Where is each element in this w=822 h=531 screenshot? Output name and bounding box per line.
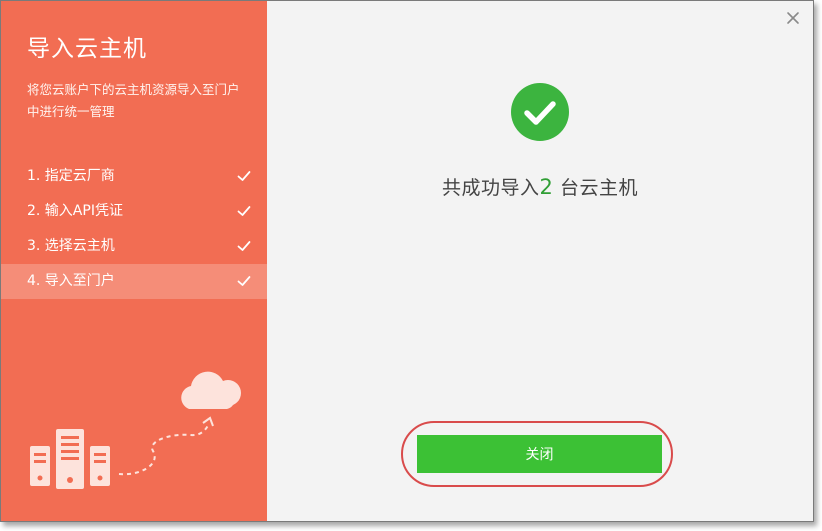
result-prefix: 共成功导入 [442,177,540,199]
wizard-step-2: 2. 输入API凭证 [1,194,267,229]
step-label: 2. 输入API凭证 [27,203,123,219]
success-check-icon [511,83,569,141]
close-x-icon[interactable] [783,8,803,28]
step-label: 4. 导入至门户 [27,273,115,289]
wizard-steps: 1. 指定云厂商 2. 输入API凭证 3. 选择云主机 4. 导入至门户 [1,159,267,299]
wizard-sidebar: 导入云主机 将您云账户下的云主机资源导入至门户中进行统一管理 1. 指定云厂商 … [1,1,267,521]
step-label: 1. 指定云厂商 [27,168,115,184]
wizard-step-4: 4. 导入至门户 [1,264,267,299]
wizard-step-3: 3. 选择云主机 [1,229,267,264]
server-icon [30,429,110,489]
check-icon [237,171,251,181]
step-label: 3. 选择云主机 [27,238,115,254]
imported-count: 2 [539,175,554,199]
check-icon [237,206,251,216]
wizard-step-1: 1. 指定云厂商 [1,159,267,194]
arrow-icon [118,416,214,476]
check-icon [237,276,251,286]
result-suffix: 台云主机 [553,177,638,199]
import-cloud-host-dialog: 导入云主机 将您云账户下的云主机资源导入至门户中进行统一管理 1. 指定云厂商 … [0,0,814,522]
import-result-message: 共成功导入2 台云主机 [267,173,813,200]
wizard-title: 导入云主机 [27,36,147,62]
wizard-content: 共成功导入2 台云主机 关闭 [267,1,813,521]
cloud-icon [181,371,241,409]
wizard-description: 将您云账户下的云主机资源导入至门户中进行统一管理 [27,82,240,119]
check-icon [237,241,251,251]
close-button[interactable]: 关闭 [417,435,662,473]
cloud-servers-illustration [30,371,241,489]
